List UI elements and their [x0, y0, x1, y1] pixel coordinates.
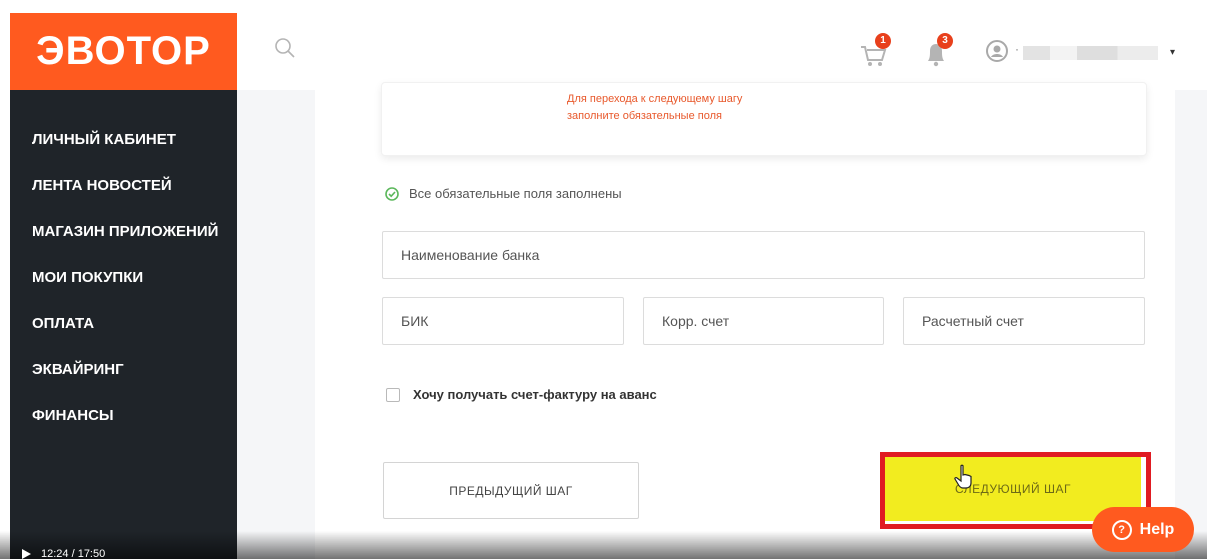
sidebar-item-app-store[interactable]: МАГАЗИН ПРИЛОЖЕНИЙ — [32, 224, 218, 270]
settlement-account-placeholder: Расчетный счет — [922, 313, 1024, 329]
video-time: 12:24 / 17:50 — [22, 548, 105, 560]
video-controls-bar — [0, 531, 1207, 559]
evotor-logo[interactable]: ЭВОТОР — [10, 13, 237, 90]
previous-step-label: ПРЕДЫДУЩИЙ ШАГ — [449, 483, 573, 498]
play-icon[interactable] — [22, 549, 31, 559]
corr-account-placeholder: Корр. счет — [662, 313, 730, 329]
top-header: 1 3 · ▾ — [237, 13, 1207, 91]
bank-name-placeholder: Наименование банка — [401, 247, 540, 263]
video-time-text: 12:24 / 17:50 — [41, 548, 106, 560]
previous-step-button[interactable]: ПРЕДЫДУЩИЙ ШАГ — [383, 462, 639, 519]
logo-text: ЭВОТОР — [36, 29, 211, 73]
bank-name-field[interactable]: Наименование банка — [382, 231, 1145, 279]
sidebar-nav: ЛИЧНЫЙ КАБИНЕТ ЛЕНТА НОВОСТЕЙ МАГАЗИН ПР… — [32, 132, 218, 454]
sidebar-item-purchases[interactable]: МОИ ПОКУПКИ — [32, 270, 218, 316]
invoice-checkbox[interactable] — [386, 387, 400, 402]
warning-card: Для перехода к следующему шагу заполните… — [381, 82, 1147, 156]
settlement-account-field[interactable]: Расчетный счет — [903, 297, 1145, 345]
sidebar: ЛИЧНЫЙ КАБИНЕТ ЛЕНТА НОВОСТЕЙ МАГАЗИН ПР… — [10, 90, 237, 559]
sidebar-item-finance[interactable]: ФИНАНСЫ — [32, 408, 218, 454]
question-icon: ? — [1111, 519, 1132, 540]
check-circle-icon — [385, 186, 399, 201]
status-text: Все обязательные поля заполнены — [409, 186, 622, 201]
notifications-button[interactable]: 3 — [921, 33, 953, 69]
user-icon — [986, 40, 1008, 62]
user-name-blurred — [1023, 46, 1158, 60]
notification-count-badge: 3 — [937, 33, 953, 49]
sidebar-item-payment[interactable]: ОПЛАТА — [32, 316, 218, 362]
invoice-checkbox-label: Хочу получать счет-фактуру на аванс — [413, 387, 657, 402]
help-label: Help — [1139, 520, 1175, 538]
sidebar-item-account[interactable]: ЛИЧНЫЙ КАБИНЕТ — [32, 132, 218, 178]
bik-placeholder: БИК — [401, 313, 429, 329]
chevron-down-icon: ▾ — [1169, 47, 1175, 58]
search-icon[interactable] — [274, 37, 296, 59]
sidebar-item-news[interactable]: ЛЕНТА НОВОСТЕЙ — [32, 178, 218, 224]
hand-cursor-icon — [954, 464, 972, 489]
invoice-checkbox-row[interactable]: Хочу получать счет-фактуру на аванс — [386, 387, 657, 402]
required-fields-status: Все обязательные поля заполнены — [385, 186, 622, 201]
corr-account-field[interactable]: Корр. счет — [643, 297, 884, 345]
help-button[interactable]: ? Help — [1092, 507, 1194, 552]
user-menu[interactable]: · ▾ — [985, 39, 1175, 63]
cart-button[interactable]: 1 — [859, 33, 891, 69]
cart-count-badge: 1 — [875, 33, 891, 49]
sidebar-item-acquiring[interactable]: ЭКВАЙРИНГ — [32, 362, 218, 408]
warning-text: Для перехода к следующему шагу заполните… — [567, 93, 743, 122]
bik-field[interactable]: БИК — [382, 297, 624, 345]
user-name: · — [1015, 42, 1019, 56]
window-top-edge — [0, 0, 1207, 13]
